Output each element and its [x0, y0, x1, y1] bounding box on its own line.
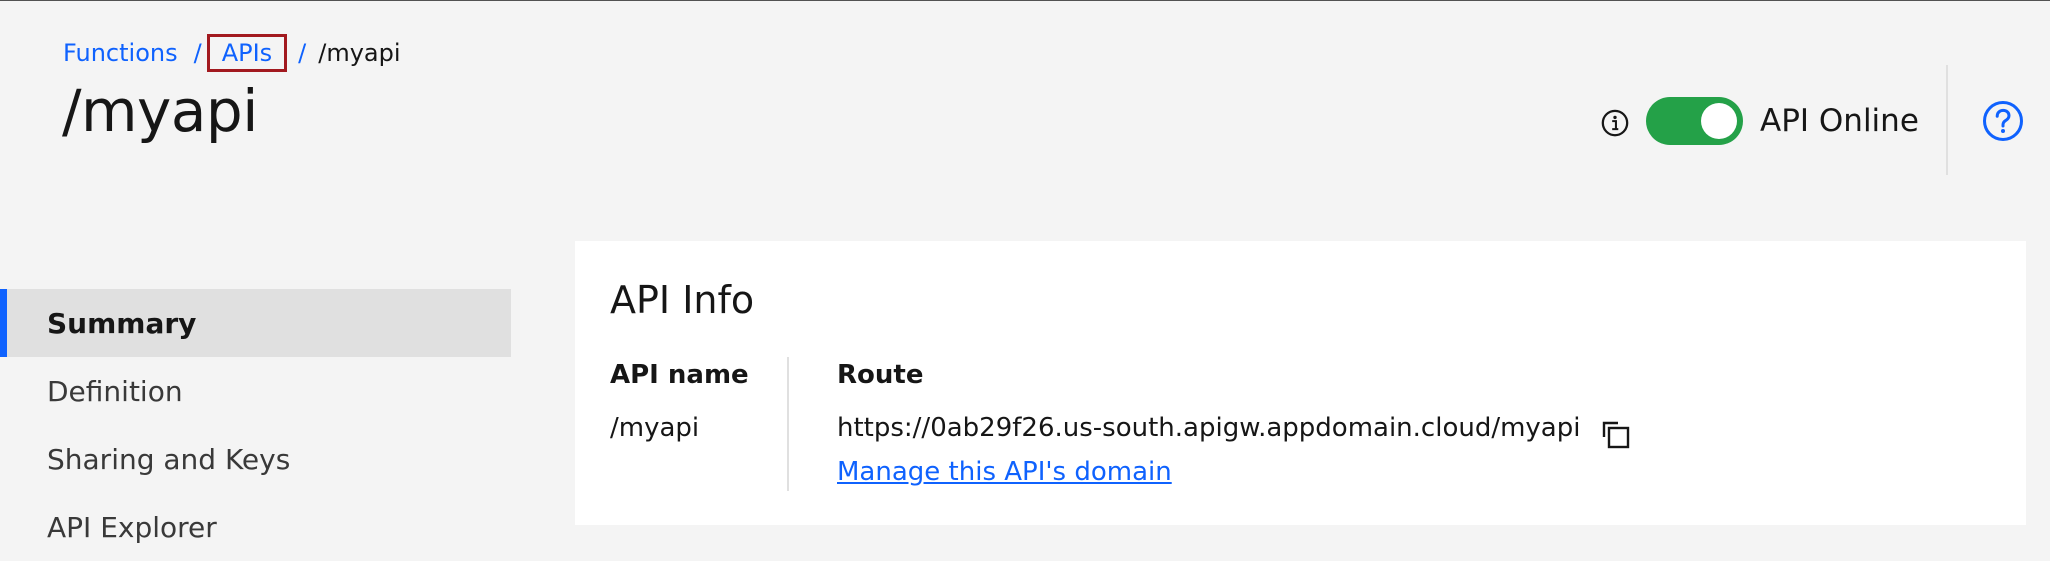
route-url: https://0ab29f26.us-south.apigw.appdomai… — [837, 413, 1581, 443]
route-label: Route — [837, 360, 924, 390]
breadcrumb-functions-link[interactable]: Functions — [63, 39, 178, 67]
breadcrumb: Functions / APIs / /myapi — [63, 34, 401, 72]
help-icon[interactable] — [1982, 100, 2024, 142]
sidebar-item-sharing-and-keys[interactable]: Sharing and Keys — [0, 425, 511, 493]
api-info-card: API Info API name /myapi Route https://0… — [575, 241, 2026, 525]
sidebar-item-api-explorer[interactable]: API Explorer — [0, 493, 511, 561]
sidebar-item-definition[interactable]: Definition — [0, 357, 511, 425]
api-name-value: /myapi — [610, 413, 700, 443]
toggle-knob — [1701, 103, 1737, 139]
top-border — [0, 0, 2050, 1]
sidebar-item-label: Definition — [47, 374, 183, 408]
api-online-label: API Online — [1760, 103, 1919, 139]
api-online-toggle[interactable] — [1646, 97, 1743, 145]
sidebar-item-summary[interactable]: Summary — [0, 289, 511, 357]
sidebar-item-label: Sharing and Keys — [47, 442, 291, 476]
column-divider — [787, 357, 789, 491]
breadcrumb-current: /myapi — [318, 39, 401, 67]
side-nav: Summary Definition Sharing and Keys API … — [0, 289, 511, 561]
api-name-label: API name — [610, 360, 749, 390]
breadcrumb-separator: / — [298, 39, 307, 67]
card-title: API Info — [610, 278, 755, 322]
info-icon[interactable] — [1600, 108, 1630, 138]
copy-icon[interactable] — [1600, 419, 1632, 451]
sidebar-item-label: API Explorer — [47, 510, 217, 544]
page-title: /myapi — [62, 77, 258, 145]
breadcrumb-separator: / — [193, 39, 202, 67]
sidebar-item-label: Summary — [47, 306, 197, 340]
header-divider — [1946, 65, 1948, 175]
manage-domain-link[interactable]: Manage this API's domain — [837, 455, 1172, 489]
breadcrumb-apis-link[interactable]: APIs — [206, 34, 288, 72]
